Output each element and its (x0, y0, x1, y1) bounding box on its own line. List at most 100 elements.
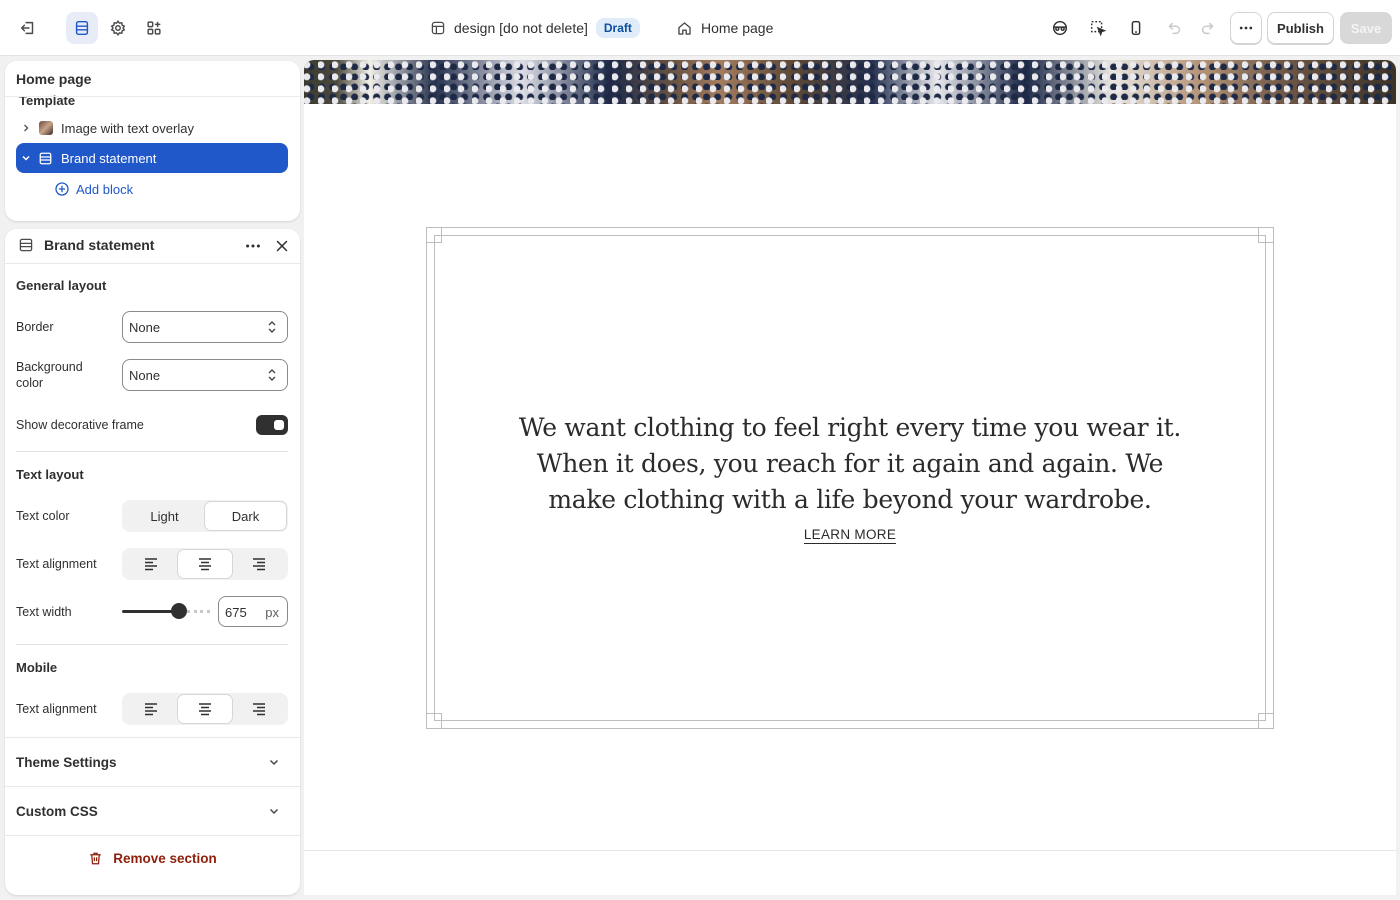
save-button[interactable]: Save (1340, 12, 1392, 44)
plus-circle-icon (55, 182, 69, 196)
settings-title: Brand statement (44, 237, 155, 253)
close-icon[interactable] (273, 237, 291, 255)
select-element-button[interactable] (1082, 12, 1114, 44)
home-icon (678, 21, 691, 35)
frame-corner (426, 227, 456, 257)
text-color-segmented: Light Dark (122, 500, 288, 532)
general-layout-heading: General layout (16, 278, 107, 293)
learn-more-row: LEARN MORE (304, 527, 1396, 544)
tree-item-image-with-text-overlay[interactable]: Image with text overlay (16, 113, 288, 143)
select-arrows-icon (268, 369, 276, 381)
redo-icon (1201, 22, 1214, 35)
chevron-down-icon (269, 759, 279, 766)
more-icon[interactable] (244, 237, 262, 255)
mobile-align-left-button[interactable] (124, 695, 178, 723)
sections-button[interactable] (66, 12, 98, 44)
publish-button[interactable]: Publish (1267, 12, 1334, 44)
add-block-label: Add block (76, 181, 134, 197)
border-select[interactable]: None (122, 311, 288, 343)
slider-thumb[interactable] (171, 603, 187, 619)
theme-icon (431, 21, 445, 35)
text-width-slider[interactable] (122, 603, 210, 619)
chevron-right-icon[interactable] (16, 123, 36, 133)
top-bar: design [do not delete] Draft Home page P… (0, 0, 1400, 56)
trash-icon (90, 852, 101, 865)
frame-corner (426, 699, 456, 729)
align-center-button[interactable] (178, 550, 232, 578)
gear-icon (110, 20, 126, 36)
align-right-button[interactable] (232, 550, 286, 578)
tree-title: Home page (16, 71, 92, 87)
redo-button[interactable] (1192, 12, 1224, 44)
divider (5, 263, 300, 264)
sections-icon (75, 20, 89, 36)
align-right-icon (253, 558, 265, 571)
align-left-button[interactable] (124, 550, 178, 578)
mobile-icon (1131, 20, 1141, 36)
more-icon (1239, 26, 1253, 30)
status-badge: Draft (595, 18, 640, 38)
hero-image (304, 60, 1396, 104)
page-selector-label: Home page (701, 20, 774, 36)
settings-button[interactable] (102, 12, 134, 44)
section-icon (18, 237, 34, 253)
inspector-icon (1052, 20, 1068, 36)
text-color-dark[interactable]: Dark (205, 502, 286, 530)
divider (5, 835, 300, 836)
select-arrows-icon (268, 321, 276, 333)
undo-button[interactable] (1158, 12, 1190, 44)
theme-name: design [do not delete] (454, 20, 588, 36)
chevron-down-icon[interactable] (16, 153, 36, 163)
theme-settings-label: Theme Settings (16, 755, 117, 770)
divider (16, 644, 288, 645)
text-color-light[interactable]: Light (124, 502, 205, 530)
mobile-align-center-button[interactable] (178, 695, 232, 723)
learn-more-link[interactable]: LEARN MORE (803, 527, 897, 544)
text-width-input[interactable]: 675 px (218, 596, 288, 627)
custom-css-label: Custom CSS (16, 804, 98, 819)
section-icon (38, 151, 53, 166)
theme-settings-row[interactable]: Theme Settings (5, 738, 300, 786)
divider (16, 451, 288, 452)
background-color-select[interactable]: None (122, 359, 288, 391)
text-color-label: Text color (16, 509, 70, 523)
align-center-icon (199, 703, 211, 716)
apps-button[interactable] (138, 12, 170, 44)
align-right-icon (253, 703, 265, 716)
mobile-alignment-segmented (122, 693, 288, 725)
exit-button[interactable] (12, 12, 44, 44)
page-selector[interactable]: Home page (676, 12, 773, 44)
text-alignment-label: Text alignment (16, 557, 97, 571)
decorative-frame-label: Show decorative frame (16, 418, 144, 432)
mobile-preview-button[interactable] (1120, 12, 1152, 44)
background-color-label: Background color (16, 360, 83, 390)
mobile-align-right-button[interactable] (232, 695, 286, 723)
chevron-down-icon (269, 808, 279, 815)
text-layout-heading: Text layout (16, 467, 84, 482)
theme-selector[interactable]: design [do not delete] Draft (430, 12, 640, 44)
tree-item-brand-statement[interactable]: Brand statement (16, 143, 288, 173)
align-center-icon (199, 558, 211, 571)
section-tree-panel: Home page Template Image with text overl… (5, 61, 300, 221)
align-left-icon (145, 558, 157, 571)
remove-section-button[interactable]: Remove section (5, 851, 300, 866)
decorative-frame-toggle[interactable] (256, 415, 288, 435)
text-width-label: Text width (16, 605, 72, 619)
undo-icon (1168, 22, 1181, 35)
section-settings-panel: Brand statement General layout Border No… (5, 229, 300, 895)
section-divider (304, 850, 1396, 851)
frame-corner (1244, 699, 1274, 729)
remove-section-label: Remove section (113, 851, 217, 866)
text-width-value: 675 (225, 605, 247, 620)
add-block-button[interactable]: Add block (54, 181, 133, 197)
align-left-icon (145, 703, 157, 716)
exit-icon (20, 21, 34, 35)
custom-css-row[interactable]: Custom CSS (5, 787, 300, 835)
more-actions-button[interactable] (1230, 12, 1262, 44)
select-icon (1090, 20, 1107, 37)
inspector-button[interactable] (1044, 12, 1076, 44)
frame-corner (1244, 227, 1274, 257)
section-thumbnail (39, 121, 53, 135)
border-select-value: None (129, 319, 161, 335)
apps-icon (147, 21, 161, 35)
